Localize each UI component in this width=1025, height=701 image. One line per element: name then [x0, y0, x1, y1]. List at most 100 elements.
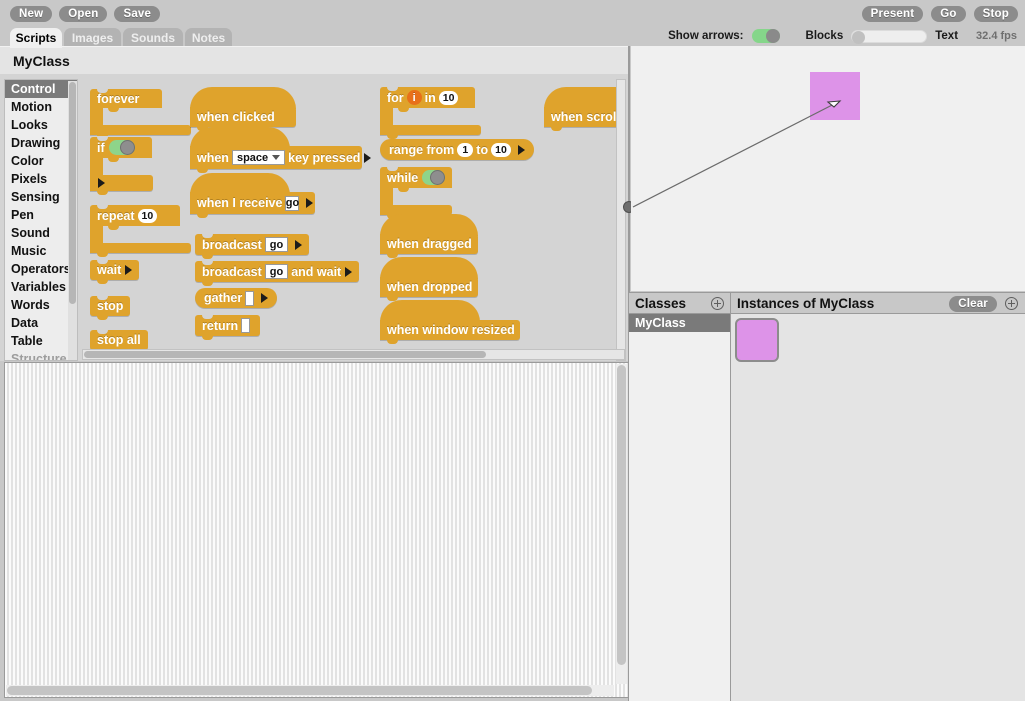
class-title-bar: MyClass [0, 46, 629, 74]
broadcast-and-wait-message-input[interactable]: go [264, 264, 289, 279]
block-gather-label: gather [204, 291, 243, 305]
page-title: MyClass [13, 53, 70, 69]
range-from-label: range from [389, 142, 455, 157]
palette-vertical-scrollbar[interactable] [616, 79, 626, 361]
key-dropdown[interactable]: space [231, 150, 286, 165]
category-words[interactable]: Words [5, 296, 77, 314]
tab-sounds[interactable]: Sounds [123, 28, 183, 48]
blocks-text-slider[interactable] [851, 29, 928, 44]
expand-arrow-icon[interactable] [98, 178, 105, 188]
tab-images[interactable]: Images [64, 28, 121, 48]
broadcast-message-input[interactable]: go [264, 237, 289, 252]
gather-input[interactable] [245, 290, 255, 306]
block-when-key-pressed-body: when space key pressed [190, 146, 372, 173]
for-count-input[interactable]: 10 [438, 90, 459, 105]
range-end-input[interactable]: 10 [491, 142, 511, 157]
expand-arrow-icon[interactable] [261, 293, 269, 303]
category-sound[interactable]: Sound [5, 224, 77, 242]
block-stop-all[interactable]: stop all [90, 329, 148, 354]
expand-arrow-icon[interactable] [306, 198, 314, 208]
application-window: New Open Save Present Go Stop Scripts Im… [0, 0, 1025, 701]
block-stop[interactable]: stop [90, 295, 131, 320]
expand-arrow-icon[interactable] [125, 265, 133, 275]
go-button[interactable]: Go [931, 6, 966, 22]
scrollbar-thumb[interactable] [84, 351, 486, 358]
block-forever-label: forever [90, 88, 162, 108]
show-arrows-label: Show arrows: [668, 30, 744, 42]
add-class-icon[interactable] [711, 297, 724, 310]
slider-knob[interactable] [852, 30, 866, 44]
category-operators[interactable]: Operators [5, 260, 77, 278]
category-list[interactable]: Control Motion Looks Drawing Color Pixel… [4, 79, 78, 361]
expand-arrow-icon[interactable] [345, 266, 353, 277]
instances-panel-title: Instances of MyClass [737, 296, 875, 311]
block-gather[interactable]: gather [195, 288, 278, 308]
instances-list[interactable] [731, 314, 1025, 701]
expand-arrow-icon[interactable] [517, 144, 525, 155]
open-button[interactable]: Open [59, 6, 108, 22]
category-pen[interactable]: Pen [5, 206, 77, 224]
new-button[interactable]: New [10, 6, 53, 22]
class-item-myclass[interactable]: MyClass [629, 314, 731, 332]
scrollbar-thumb[interactable] [69, 82, 76, 304]
expand-arrow-icon[interactable] [364, 152, 372, 163]
workspace-vertical-scrollbar[interactable] [616, 364, 627, 684]
return-input[interactable] [241, 318, 251, 333]
scrollbar-thumb[interactable] [7, 686, 592, 695]
instances-panel-header: Instances of MyClass Clear [731, 292, 1025, 314]
stop-button[interactable]: Stop [973, 6, 1018, 22]
for-in: in [424, 90, 436, 105]
scripts-workspace[interactable] [4, 362, 629, 698]
workspace-horizontal-scrollbar[interactable] [6, 685, 614, 696]
boolean-toggle-icon[interactable] [422, 170, 445, 185]
broadcast-and-wait-suffix: and wait [291, 264, 342, 279]
scrollbar-thumb[interactable] [617, 365, 626, 665]
repeat-count-input[interactable]: 10 [137, 208, 158, 223]
block-broadcast-and-wait[interactable]: broadcast go and wait [195, 260, 360, 286]
tab-notes[interactable]: Notes [185, 28, 232, 48]
range-to-label: to [476, 142, 489, 157]
block-repeat-label: repeat [97, 208, 135, 223]
block-return[interactable]: return [195, 314, 261, 340]
for-variable[interactable]: i [406, 90, 422, 105]
block-while-label: while [387, 170, 419, 185]
tab-scripts[interactable]: Scripts [10, 28, 62, 48]
expand-arrow-icon[interactable] [295, 239, 303, 250]
category-motion[interactable]: Motion [5, 98, 77, 116]
stage-area[interactable] [631, 46, 1025, 291]
clear-button[interactable]: Clear [949, 296, 997, 312]
category-color[interactable]: Color [5, 152, 77, 170]
palette-horizontal-scrollbar[interactable] [82, 349, 625, 360]
range-start-input[interactable]: 1 [457, 142, 474, 157]
block-range-from-to[interactable]: range from 1 to 10 [380, 139, 534, 160]
block-when-clicked-label: when clicked [190, 107, 296, 131]
block-wait[interactable]: wait [90, 259, 140, 284]
category-pixels[interactable]: Pixels [5, 170, 77, 188]
add-instance-icon[interactable] [1005, 297, 1018, 310]
message-input[interactable]: go [285, 195, 300, 211]
category-drawing[interactable]: Drawing [5, 134, 77, 152]
classes-list[interactable]: MyClass [629, 314, 731, 701]
boolean-toggle-icon[interactable] [108, 140, 135, 155]
when-key-pressed-prefix: when [197, 150, 229, 165]
save-button[interactable]: Save [114, 6, 161, 22]
category-control[interactable]: Control [5, 80, 77, 98]
category-sensing[interactable]: Sensing [5, 188, 77, 206]
block-wait-label: wait [97, 263, 122, 277]
category-table[interactable]: Table [5, 332, 77, 350]
present-button[interactable]: Present [861, 6, 924, 22]
category-data[interactable]: Data [5, 314, 77, 332]
key-dropdown-value: space [236, 151, 269, 164]
block-broadcast[interactable]: broadcast go [195, 233, 310, 259]
instances-panel: Instances of MyClass Clear [731, 292, 1025, 701]
broadcast-and-wait-prefix: broadcast [202, 264, 262, 279]
show-arrows-toggle[interactable] [751, 29, 780, 43]
category-structure[interactable]: Structure [5, 350, 77, 360]
category-scrollbar[interactable] [68, 81, 77, 360]
category-variables[interactable]: Variables [5, 278, 77, 296]
block-stop-all-label: stop all [97, 333, 141, 347]
category-music[interactable]: Music [5, 242, 77, 260]
instance-thumbnail[interactable] [735, 318, 779, 362]
block-if-top: if [90, 136, 152, 158]
category-looks[interactable]: Looks [5, 116, 77, 134]
